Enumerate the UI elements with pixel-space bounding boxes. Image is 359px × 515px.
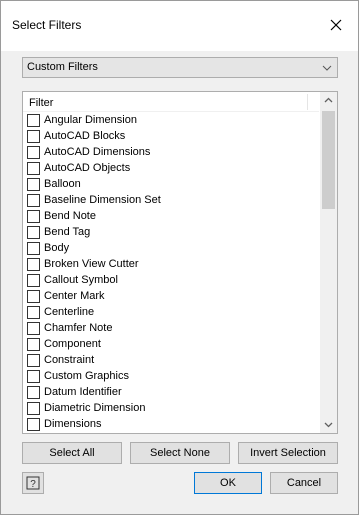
select-none-button[interactable]: Select None [130, 442, 230, 464]
filter-item-label: Constraint [44, 354, 95, 366]
filter-column-header[interactable]: Filter [23, 92, 319, 112]
list-item[interactable]: Centerline [23, 304, 319, 320]
list-item[interactable]: Component [23, 336, 319, 352]
vertical-scrollbar[interactable] [320, 92, 337, 433]
invert-selection-button[interactable]: Invert Selection [238, 442, 338, 464]
list-item[interactable]: Bend Tag [23, 224, 319, 240]
filter-checkbox[interactable] [27, 194, 40, 207]
filter-checkbox[interactable] [27, 258, 40, 271]
filter-item-label: Centerline [44, 306, 95, 318]
list-item[interactable]: Broken View Cutter [23, 256, 319, 272]
help-button[interactable]: ? [22, 472, 44, 494]
list-item[interactable]: AutoCAD Blocks [23, 128, 319, 144]
filter-item-label: Component [44, 338, 101, 350]
list-item[interactable]: Callout Symbol [23, 272, 319, 288]
filter-set-value: Custom Filters [27, 61, 98, 73]
scroll-down-button[interactable] [320, 416, 337, 433]
filter-checkbox[interactable] [27, 386, 40, 399]
cancel-button[interactable]: Cancel [270, 472, 338, 494]
column-separator[interactable] [307, 94, 308, 110]
filter-checkbox[interactable] [27, 338, 40, 351]
filter-checkbox[interactable] [27, 370, 40, 383]
filter-item-label: Body [44, 242, 70, 254]
list-item[interactable]: Baseline Dimension Set [23, 192, 319, 208]
list-item[interactable]: Body [23, 240, 319, 256]
list-item[interactable]: Diametric Dimension [23, 400, 319, 416]
list-item[interactable]: Balloon [23, 176, 319, 192]
filter-checkbox[interactable] [27, 242, 40, 255]
list-item[interactable]: Constraint [23, 352, 319, 368]
filter-item-label: Broken View Cutter [44, 258, 139, 270]
list-item[interactable]: Center Mark [23, 288, 319, 304]
filter-checkbox[interactable] [27, 226, 40, 239]
dialog-title: Select Filters [12, 18, 82, 32]
filter-item-label: Bend Note [44, 210, 96, 222]
chevron-down-icon [324, 422, 333, 428]
close-icon [330, 19, 342, 31]
filter-item-label: Diametric Dimension [44, 402, 146, 414]
chevron-down-icon [322, 65, 332, 71]
filter-checkbox[interactable] [27, 290, 40, 303]
filter-column-header-label: Filter [29, 97, 54, 109]
filter-set-dropdown[interactable]: Custom Filters [22, 57, 338, 78]
filter-checkbox[interactable] [27, 306, 40, 319]
filter-checkbox[interactable] [27, 402, 40, 415]
filter-item-label: Balloon [44, 178, 81, 190]
select-filters-dialog: Select Filters Custom Filters Filter Ang… [0, 0, 359, 515]
filter-checkbox[interactable] [27, 418, 40, 431]
filter-checkbox[interactable] [27, 354, 40, 367]
scrollbar-thumb[interactable] [322, 111, 335, 209]
filter-item-label: Angular Dimension [44, 114, 137, 126]
filter-list[interactable]: Filter Angular Dimension AutoCAD Blocks Au… [22, 91, 338, 434]
filter-item-label: Center Mark [44, 290, 105, 302]
filter-checkbox[interactable] [27, 210, 40, 223]
close-button[interactable] [324, 13, 348, 37]
svg-text:?: ? [30, 479, 36, 490]
filter-item-label: AutoCAD Dimensions [44, 146, 151, 158]
filter-rows: Angular Dimension AutoCAD Blocks AutoCAD D… [23, 112, 319, 432]
filter-item-label: AutoCAD Blocks [44, 130, 126, 142]
filter-item-label: Chamfer Note [44, 322, 113, 334]
filter-checkbox[interactable] [27, 114, 40, 127]
ok-button[interactable]: OK [194, 472, 262, 494]
filter-item-label: Datum Identifier [44, 386, 122, 398]
filter-item-label: Callout Symbol [44, 274, 118, 286]
chevron-up-icon [324, 97, 333, 103]
filter-item-label: Baseline Dimension Set [44, 194, 161, 206]
list-item[interactable]: AutoCAD Objects [23, 160, 319, 176]
list-item[interactable]: Dimensions [23, 416, 319, 432]
list-item[interactable]: Datum Identifier [23, 384, 319, 400]
list-item[interactable]: Angular Dimension [23, 112, 319, 128]
filter-checkbox[interactable] [27, 162, 40, 175]
filter-checkbox[interactable] [27, 130, 40, 143]
select-all-button[interactable]: Select All [22, 442, 122, 464]
list-item[interactable]: Chamfer Note [23, 320, 319, 336]
filter-item-label: AutoCAD Objects [44, 162, 131, 174]
list-item[interactable]: Bend Note [23, 208, 319, 224]
filter-item-label: Dimensions [44, 418, 102, 430]
list-item[interactable]: AutoCAD Dimensions [23, 144, 319, 160]
filter-checkbox[interactable] [27, 322, 40, 335]
filter-item-label: Custom Graphics [44, 370, 129, 382]
title-bar: Select Filters [1, 1, 358, 51]
filter-checkbox[interactable] [27, 146, 40, 159]
list-item[interactable]: Custom Graphics [23, 368, 319, 384]
scroll-up-button[interactable] [320, 92, 337, 109]
filter-checkbox[interactable] [27, 274, 40, 287]
filter-item-label: Bend Tag [44, 226, 91, 238]
filter-checkbox[interactable] [27, 178, 40, 191]
help-icon: ? [26, 476, 40, 490]
